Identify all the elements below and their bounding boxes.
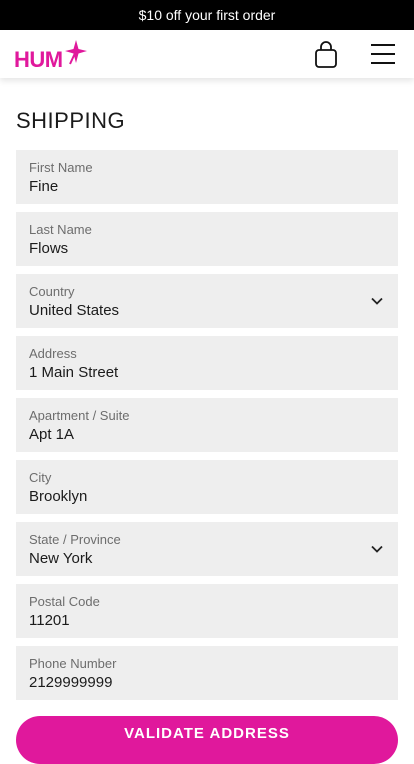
field-label: Address [29,346,77,361]
field-value[interactable]: 1 Main Street [29,364,118,381]
city-field[interactable]: City Brooklyn [16,460,398,514]
site-header: HUM [0,30,414,78]
field-value[interactable]: Brooklyn [29,488,87,505]
field-label: Phone Number [29,656,117,671]
promo-banner[interactable]: $10 off your first order [0,0,414,30]
page-title: SHIPPING [16,108,126,133]
field-label: State / Province [29,532,121,547]
field-value[interactable]: United States [29,302,119,319]
apartment-suite-field[interactable]: Apartment / Suite Apt 1A [16,398,398,452]
field-label: Apartment / Suite [29,408,130,423]
address-field[interactable]: Address 1 Main Street [16,336,398,390]
validate-address-button[interactable]: VALIDATE ADDRESS [16,716,398,764]
field-label: Country [29,284,75,299]
field-label: First Name [29,160,93,175]
chevron-down-icon[interactable] [370,542,384,556]
field-label: Last Name [29,222,92,237]
hum-logo[interactable]: HUM [14,36,90,72]
chevron-down-icon[interactable] [370,294,384,308]
field-value[interactable]: 2129999999 [29,674,112,691]
first-name-field[interactable]: First Name Fine [16,150,398,204]
last-name-field[interactable]: Last Name Flows [16,212,398,266]
country-select[interactable]: Country United States [16,274,398,328]
state-province-select[interactable]: State / Province New York [16,522,398,576]
field-value[interactable]: Apt 1A [29,426,74,443]
field-value[interactable]: Flows [29,240,68,257]
shopping-bag-button[interactable] [313,41,339,69]
field-value[interactable]: Fine [29,178,58,195]
field-value[interactable]: New York [29,550,92,567]
phone-number-field[interactable]: Phone Number 2129999999 [16,646,398,700]
menu-button[interactable] [370,42,396,66]
hamburger-menu-icon [371,44,395,64]
field-label: Postal Code [29,594,100,609]
field-label: City [29,470,52,485]
logo-text: HUM [14,47,63,72]
field-value[interactable]: 11201 [29,612,70,629]
postal-code-field[interactable]: Postal Code 11201 [16,584,398,638]
shopping-bag-icon [315,41,337,68]
